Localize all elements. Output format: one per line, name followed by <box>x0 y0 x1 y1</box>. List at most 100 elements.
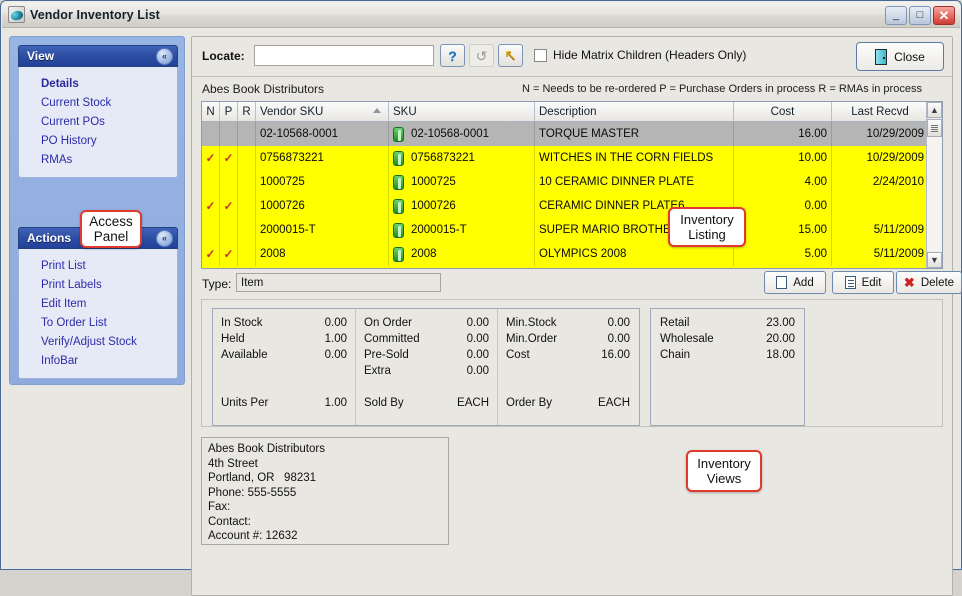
app-icon <box>8 6 25 23</box>
address-line: Phone: 555-5555 <box>208 486 297 499</box>
item-icon <box>393 198 404 214</box>
price-key: Wholesale <box>660 333 714 345</box>
minimize-button[interactable]: _ <box>885 6 907 25</box>
detail-key: Pre-Sold <box>364 349 409 361</box>
sidebar-item-to-order-list[interactable]: To Order List <box>19 313 177 332</box>
column-header-description[interactable]: Description <box>535 102 734 121</box>
minimize-icon: _ <box>892 9 900 21</box>
actions-group: Actions « Print List Print Labels Edit I… <box>18 227 178 379</box>
table-row[interactable]: 02-10568-0001 02-10568-0001 TORQUE MASTE… <box>202 122 942 146</box>
table-row[interactable]: 1000725 1000725 10 CERAMIC DINNER PLATE … <box>202 170 942 194</box>
item-icon <box>393 222 404 238</box>
maximize-button[interactable]: □ <box>909 6 931 25</box>
column-header-n[interactable]: N <box>202 102 220 121</box>
view-group-header[interactable]: View « <box>18 45 178 67</box>
actions-group-title: Actions <box>27 231 72 245</box>
item-icon <box>393 246 404 262</box>
sidebar-item-print-list[interactable]: Print List <box>19 256 177 275</box>
delete-button[interactable]: ✖ Delete <box>896 271 962 294</box>
sidebar-item-current-stock[interactable]: Current Stock <box>19 93 177 112</box>
column-header-p[interactable]: P <box>220 102 238 121</box>
chevron-up-icon[interactable]: « <box>156 230 173 247</box>
edit-button[interactable]: Edit <box>832 271 894 294</box>
address-line: Fax: <box>208 501 231 513</box>
table-row[interactable]: ✓ ✓ 0756873221 0756873221 WITCHES IN THE… <box>202 146 942 170</box>
sidebar-item-print-labels[interactable]: Print Labels <box>19 275 177 294</box>
cell-n <box>202 218 220 242</box>
column-header-vendor-sku[interactable]: Vendor SKU <box>256 102 389 121</box>
detail-key: Extra <box>364 365 391 377</box>
goto-button[interactable]: ↖ <box>498 44 523 67</box>
chevron-up-icon[interactable]: « <box>156 48 173 65</box>
type-value-field[interactable]: Item <box>236 273 441 292</box>
detail-row: In Stock 0.00 <box>221 315 347 331</box>
add-button[interactable]: Add <box>764 271 826 294</box>
sidebar-item-rmas[interactable]: RMAs <box>19 150 177 169</box>
sidebar-item-current-pos[interactable]: Current POs <box>19 112 177 131</box>
callout-inventory-views: Inventory Views <box>686 450 762 492</box>
cell-r <box>238 122 256 146</box>
maximize-icon: □ <box>916 9 924 21</box>
search-input[interactable] <box>254 45 434 66</box>
detail-key: Held <box>221 333 245 345</box>
close-button[interactable]: Close <box>856 42 944 71</box>
sidebar-item-verify-adjust-stock[interactable]: Verify/Adjust Stock <box>19 332 177 351</box>
add-button-label: Add <box>793 276 814 289</box>
main-panel: Locate: ? ↺ ↖ Hide Matrix Children (Head… <box>191 36 962 596</box>
cell-sku-text: 1000725 <box>411 176 456 188</box>
sort-ascending-icon <box>373 108 381 113</box>
toolbar: Locate: ? ↺ ↖ Hide Matrix Children (Head… <box>192 37 952 77</box>
column-header-sku[interactable]: SKU <box>389 102 535 121</box>
price-key: Chain <box>660 349 691 361</box>
detail-key: Sold By <box>364 397 404 409</box>
help-button[interactable]: ? <box>440 44 465 67</box>
column-header-last-recvd[interactable]: Last Recvd <box>832 102 928 121</box>
cell-description: WITCHES IN THE CORN FIELDS <box>535 146 734 170</box>
sidebar-item-details[interactable]: Details <box>19 74 177 93</box>
cell-p <box>220 122 238 146</box>
detail-row: Min.Stock 0.00 <box>506 315 630 331</box>
price-value: 23.00 <box>766 317 795 329</box>
detail-value: 16.00 <box>601 349 630 361</box>
scrollbar-track[interactable] <box>927 137 942 251</box>
address-line: Portland, OR 98231 <box>208 472 317 484</box>
sidebar-item-infobar[interactable]: InfoBar <box>19 351 177 370</box>
cell-cost: 5.00 <box>734 242 832 266</box>
cell-last-recvd: 5/11/2009 <box>873 248 924 260</box>
cell-n <box>202 122 220 146</box>
question-mark-icon: ? <box>448 47 457 64</box>
column-header-r[interactable]: R <box>238 102 256 121</box>
table-row[interactable]: 2000015-T 2000015-T SUPER MARIO BROTHERS… <box>202 218 942 242</box>
cell-sku-text: 2008 <box>411 248 437 260</box>
cell-n: ✓ <box>202 242 220 266</box>
sidebar-item-po-history[interactable]: PO History <box>19 131 177 150</box>
grid-header-row: N P R Vendor SKU SKU Description Cost La… <box>202 102 942 122</box>
refresh-button[interactable]: ↺ <box>469 44 494 67</box>
item-icon <box>393 150 404 166</box>
scroll-down-icon[interactable]: ▼ <box>927 252 942 268</box>
cell-n: ✓ <box>202 194 220 218</box>
new-document-icon <box>776 276 788 289</box>
cell-sku: 2000015-T <box>389 218 535 242</box>
checkbox-box[interactable] <box>534 48 547 62</box>
table-row[interactable]: ✓ ✓ 1000726 1000726 CERAMIC DINNER PLATE… <box>202 194 942 218</box>
scrollbar-thumb[interactable] <box>927 119 942 137</box>
address-line: Abes Book Distributors <box>208 443 325 455</box>
detail-key: Order By <box>506 397 553 409</box>
sidebar-item-edit-item[interactable]: Edit Item <box>19 294 177 313</box>
grid-legend: N = Needs to be re-ordered P = Purchase … <box>522 83 922 95</box>
detail-key: Available <box>221 349 268 361</box>
column-header-cost[interactable]: Cost <box>734 102 832 121</box>
cell-sku-text: 1000726 <box>411 200 456 212</box>
hide-matrix-children-checkbox[interactable]: Hide Matrix Children (Headers Only) <box>534 48 746 62</box>
door-icon <box>875 48 888 65</box>
grid-vertical-scrollbar[interactable]: ▲ ▼ <box>926 102 942 268</box>
view-group-body: Details Current Stock Current POs PO His… <box>18 67 178 178</box>
table-row[interactable]: ✓ ✓ 2008 2008 OLYMPICS 2008 5.00 5/11/20… <box>202 242 942 266</box>
cell-sku: 0756873221 <box>389 146 535 170</box>
grip-icon <box>931 124 938 132</box>
detail-key: Units Per <box>221 397 269 409</box>
cell-last-recvd: 5/11/2009 <box>873 224 924 236</box>
scroll-up-icon[interactable]: ▲ <box>927 102 942 118</box>
close-window-button[interactable]: ✕ <box>933 6 955 25</box>
